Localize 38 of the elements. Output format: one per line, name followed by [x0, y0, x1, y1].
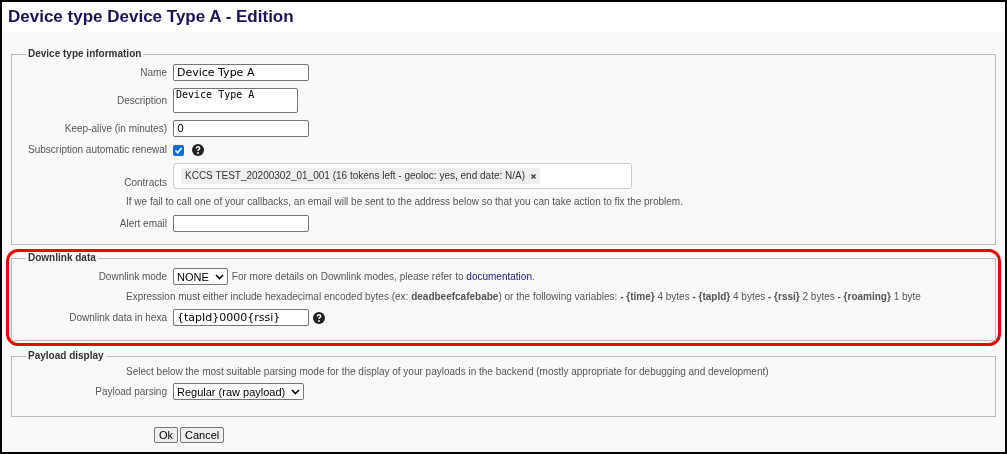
help-icon[interactable] [313, 311, 325, 324]
remove-icon[interactable] [531, 173, 537, 179]
checkmark-icon [174, 145, 183, 155]
section-legend: Downlink data [26, 252, 98, 264]
help-icon[interactable] [192, 144, 204, 156]
text-field[interactable]: Device Type A [173, 64, 309, 81]
cancel-button[interactable]: Cancel [180, 427, 225, 443]
section-legend: Device type information [26, 48, 144, 60]
select-value: Regular (raw payload) [177, 385, 286, 398]
ok-button[interactable]: Ok [154, 427, 179, 443]
select-field[interactable]: Regular (raw payload) [173, 383, 305, 400]
caret-icon [214, 273, 224, 280]
page-title: Device type Device Type A - Edition [8, 11, 294, 23]
text-field[interactable]: 0 [173, 120, 309, 137]
field-label: Downlink mode [97, 270, 168, 283]
description-field[interactable]: Device Type A [173, 88, 298, 113]
field-label: Keep-alive (in minutes) [63, 122, 168, 135]
help-text: Select below the most suitable parsing mode for the display of your payloads in the backend (mostly appropriate for debugging and development) [126, 366, 769, 378]
field-label: Subscription automatic renewal [27, 144, 168, 156]
field-label: Description [115, 94, 168, 107]
help-text: Expression must either include hexadecimal encoded bytes (ex: deadbeefcafebabe) or the following variables: - {time} 4 bytes - {tapId} 4 bytes - {rssi} 2 bytes - {roaming} 1 byte [126, 291, 921, 303]
select-field[interactable]: NONE [173, 268, 228, 285]
contract-text: KCCS TEST_20200302_01_001 (16 tokens left - geoloc: yes, end date: N/A) [185, 170, 526, 182]
contracts-field[interactable]: KCCS TEST_20200302_01_001 (16 tokens left - geoloc: yes, end date: N/A) [173, 163, 632, 189]
field-label: Contracts [123, 177, 168, 189]
select-value: NONE [177, 270, 209, 283]
help-text: If we fail to call one of your callbacks, an email will be sent to the address below so that you can take action to fix the problem. [126, 196, 683, 208]
field-label: Alert email [118, 217, 168, 230]
documentation-link[interactable]: documentation [466, 270, 532, 282]
help-text: For more details on Downlink modes, please refer to documentation. [231, 270, 535, 283]
text-field[interactable]: {tapId}0000{rssi} [173, 309, 309, 326]
text-field[interactable] [173, 215, 309, 232]
field-label: Name [139, 66, 168, 79]
checkbox[interactable] [173, 144, 184, 156]
caret-icon [291, 388, 301, 395]
field-label: Payload parsing [94, 385, 168, 398]
section-legend: Payload display [26, 350, 106, 362]
field-label: Downlink data in hexa [68, 311, 168, 324]
